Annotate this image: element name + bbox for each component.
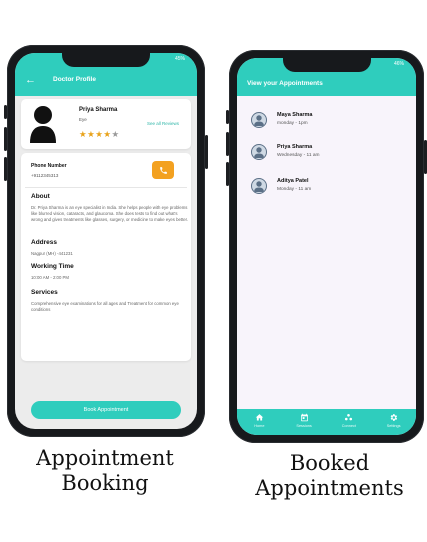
doctor-avatar-icon [30,106,56,143]
address-text: Nagpur (MH) -441231 [31,251,73,256]
person-avatar-icon [251,144,267,160]
caption-line-1: Booked [289,451,370,475]
gear-icon [390,414,398,421]
phone-frame-booked-appointments: 46% View your Appointments Maya Sharma m… [226,50,427,443]
appointment-time: monday - 1pm [277,121,308,126]
nav-item-sessions[interactable]: Sessions [284,413,324,428]
nav-item-settings[interactable]: Settings [374,413,414,428]
address-heading: Address [31,239,58,246]
doctor-profile-screen: 45% ← Doctor Profile Priya Sharma Eye Se… [15,53,197,429]
doctor-card: Priya Sharma Eye See all Reviews ★★★★★ [21,99,191,149]
about-heading: About [31,193,50,200]
calendar-icon [300,413,308,422]
caption-appointment-booking: Appointment Booking [10,446,200,496]
person-avatar-icon [251,178,267,194]
battery-level: 46% [393,61,404,67]
patient-name: Priya Sharma [277,144,313,150]
people-icon [345,413,353,421]
services-heading: Services [31,289,58,296]
see-all-reviews-link[interactable]: See all Reviews [147,121,179,126]
star-filled-icon: ★ [103,129,112,139]
nav-label: Home [254,424,265,428]
doctor-info-card: Phone Number +9112345313 About Dr. Priya… [21,153,191,361]
person-avatar-icon [251,112,267,128]
page-title: View your Appointments [247,80,323,87]
nav-label: Connect [341,424,356,428]
phone-notch [282,58,371,72]
page-title: Doctor Profile [53,76,96,83]
caption-booked-appointments: Booked Appointments [232,451,427,501]
arrow-left-icon[interactable]: ← [25,74,36,86]
caption-line-1: Appointment [36,446,174,470]
phone-number-value: +9112345313 [31,173,59,178]
book-appointment-button[interactable]: Book Appointment [31,401,181,419]
nav-label: Sessions [296,424,312,428]
appointments-screen: 46% View your Appointments Maya Sharma m… [237,58,416,435]
working-time-text: 10:00 AM - 2:00 PM [31,275,69,280]
call-button[interactable] [152,161,174,179]
phone-notch [62,53,150,67]
phone-icon [159,166,167,174]
nav-item-connect[interactable]: Connect [329,413,369,428]
bottom-nav-bar: Home Sessions Connect Settings [237,409,416,435]
star-empty-icon: ★ [111,129,120,139]
star-filled-icon: ★ [79,129,88,139]
nav-item-home[interactable]: Home [239,413,279,428]
battery-level: 45% [174,56,185,62]
patient-name: Maya Sharma [277,112,313,118]
appointment-time: Monday - 11 am [277,187,312,192]
phone-frame-appointment-booking: 45% ← Doctor Profile Priya Sharma Eye Se… [4,45,208,437]
caption-line-2: Booking [61,471,149,495]
about-text: Dr. Priya Sharma is an eye specialist in… [31,205,189,222]
phone-number-label: Phone Number [31,163,67,169]
home-icon [255,414,264,421]
working-time-heading: Working Time [31,263,74,270]
services-text: Comprehensive eye examinations for all a… [31,301,179,312]
doctor-name: Priya Sharma [79,107,118,113]
caption-line-2: Appointments [255,476,404,500]
rating-stars: ★★★★★ [79,129,120,140]
appointment-time: Wednesday - 11 am [277,153,320,158]
nav-label: Settings [386,424,401,428]
patient-name: Aditya Patel [277,178,309,184]
doctor-specialty: Eye [79,117,87,122]
divider [25,187,187,188]
